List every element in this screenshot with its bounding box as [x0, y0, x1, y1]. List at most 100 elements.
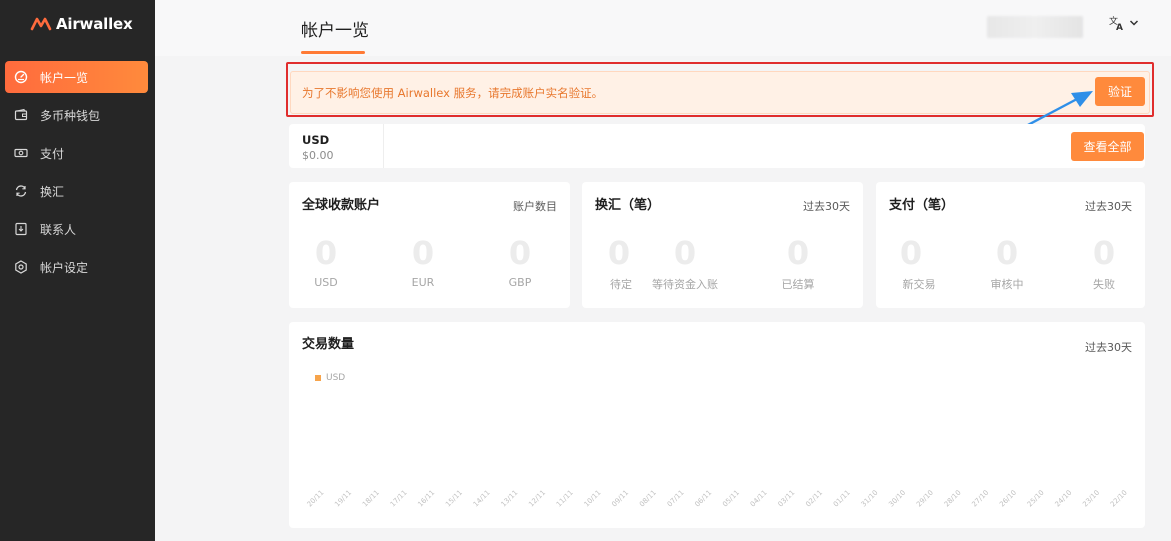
x-tick-label: 26/10 [998, 489, 1018, 509]
sidebar-item-label: 支付 [40, 146, 65, 161]
language-switch[interactable]: 文 A [1109, 15, 1139, 31]
x-tick-label: 27/10 [970, 489, 990, 509]
chart-legend[interactable]: USD [315, 373, 345, 383]
stat-label: 审核中 [990, 278, 1024, 291]
card-meta: 账户数目 [513, 200, 557, 213]
x-tick-label: 07/11 [666, 489, 686, 509]
x-tick-label: 14/11 [472, 489, 492, 509]
stat-value: 0 [673, 234, 697, 272]
x-tick-label: 11/11 [555, 489, 575, 509]
active-tab-underline [301, 51, 365, 54]
svg-text:A: A [1116, 23, 1123, 31]
x-tick-label: 09/11 [610, 489, 630, 509]
stat-value: 0 [1092, 234, 1116, 272]
sidebar-item-settings[interactable]: 帐户设定 [5, 251, 148, 283]
card-title: 全球收款账户 [302, 198, 381, 213]
sidebar-item-label: 换汇 [40, 184, 65, 199]
exchange-icon [14, 184, 28, 198]
transaction-volume-chart-card: 交易数量 过去30天 USD 20/11 19/11 18/11 17/11 16/11… [289, 322, 1145, 528]
stat-label: 新交易 [902, 278, 936, 291]
x-tick-label: 19/11 [333, 489, 353, 509]
x-tick-label: 05/11 [721, 489, 741, 509]
x-tick-label: 10/11 [583, 489, 603, 509]
card-title: 换汇（笔） [595, 198, 661, 213]
stat-value: 0 [508, 234, 532, 272]
x-tick-label: 29/10 [915, 489, 935, 509]
x-tick-label: 25/10 [1026, 489, 1046, 509]
fx-transactions-card[interactable]: 换汇（笔） 过去30天 0 待定 0 等待资金入账 0 已结算 [582, 182, 863, 308]
x-tick-label: 18/11 [361, 489, 381, 509]
x-tick-label: 08/11 [638, 489, 658, 509]
global-accounts-card[interactable]: 全球收款账户 账户数目 0 USD 0 EUR 0 GBP [289, 182, 570, 308]
x-tick-label: 22/10 [1109, 489, 1129, 509]
stat-label: 失败 [1093, 278, 1115, 291]
x-tick-label: 13/11 [500, 489, 520, 509]
x-tick-label: 23/10 [1081, 489, 1101, 509]
brand-name: Airwallex [56, 15, 133, 33]
verify-button[interactable]: 验证 [1095, 77, 1145, 106]
x-tick-label: 02/11 [804, 489, 824, 509]
settings-gear-icon [14, 260, 28, 274]
chart-meta: 过去30天 [1085, 341, 1132, 354]
x-tick-label: 15/11 [444, 489, 464, 509]
x-tick-label: 20/11 [306, 489, 326, 509]
brand[interactable]: Airwallex [0, 0, 155, 48]
topbar: 帐户一览 文 A [155, 0, 1171, 56]
x-tick-label: 04/11 [749, 489, 769, 509]
sidebar-item-label: 联系人 [40, 222, 77, 237]
airwallex-logo-icon [30, 17, 52, 31]
x-tick-label: 28/10 [943, 489, 963, 509]
contacts-icon [14, 222, 28, 236]
legend-swatch [315, 375, 321, 381]
wallet-icon [14, 108, 28, 122]
legend-label: USD [326, 373, 346, 383]
chevron-down-icon [1129, 20, 1139, 26]
chart-plot: 20/11 19/11 18/11 17/11 16/11 15/11 14/11 13/11… [306, 489, 1129, 509]
sidebar: Airwallex 帐户一览 多币种钱包 支付 换汇 联系人 帐户设定 [0, 0, 155, 541]
user-account-blurred[interactable] [987, 16, 1083, 38]
payments-card[interactable]: 支付（笔） 过去30天 0 新交易 0 审核中 0 失败 [876, 182, 1145, 308]
sidebar-item-label: 帐户设定 [40, 260, 89, 275]
sidebar-item-wallet[interactable]: 多币种钱包 [5, 99, 148, 131]
sidebar-item-contacts[interactable]: 联系人 [5, 213, 148, 245]
view-all-button[interactable]: 查看全部 [1071, 132, 1144, 161]
stat-value: 0 [314, 234, 338, 272]
stat-label: EUR [411, 276, 435, 289]
x-tick-label: 30/10 [887, 489, 907, 509]
divider [383, 124, 384, 168]
page-title: 帐户一览 [301, 21, 369, 41]
main-content: 帐户一览 文 A 为了不影响您使用 Airwallex 服务，请完成账户实名验证… [155, 0, 1171, 541]
card-title: 支付（笔） [889, 198, 955, 213]
card-meta: 过去30天 [1085, 200, 1132, 213]
x-tick-label: 16/11 [416, 489, 436, 509]
sidebar-item-exchange[interactable]: 换汇 [5, 175, 148, 207]
balance-summary: USD $0.00 查看全部 [289, 124, 1145, 168]
translate-icon: 文 A [1109, 15, 1123, 31]
x-tick-label: 24/10 [1054, 489, 1074, 509]
card-meta: 过去30天 [803, 200, 850, 213]
stat-label: USD [314, 276, 338, 289]
stat-value: 0 [786, 234, 810, 272]
x-tick-label: 12/11 [527, 489, 547, 509]
stat-value: 0 [411, 234, 435, 272]
sidebar-item-label: 多币种钱包 [40, 108, 101, 123]
sidebar-item-overview[interactable]: 帐户一览 [5, 61, 148, 93]
stat-label: 等待资金入账 [652, 278, 718, 291]
banknote-icon [14, 146, 28, 160]
gauge-icon [14, 70, 28, 84]
alert-message: 为了不影响您使用 Airwallex 服务，请完成账户实名验证。 [302, 86, 604, 100]
x-tick-label: 01/11 [832, 489, 852, 509]
x-tick-label: 17/11 [389, 489, 409, 509]
x-tick-label: 03/11 [777, 489, 797, 509]
stat-value: 0 [995, 234, 1019, 272]
stat-label: 已结算 [781, 278, 815, 291]
sidebar-item-payments[interactable]: 支付 [5, 137, 148, 169]
x-tick-label: 06/11 [693, 489, 713, 509]
balance-amount: $0.00 [302, 149, 334, 162]
x-tick-label: 31/10 [860, 489, 880, 509]
stat-label: GBP [508, 276, 532, 289]
sidebar-item-label: 帐户一览 [40, 70, 89, 85]
sidebar-nav: 帐户一览 多币种钱包 支付 换汇 联系人 帐户设定 [0, 61, 155, 283]
balance-currency: USD [302, 133, 330, 147]
stat-value: 0 [899, 234, 923, 272]
